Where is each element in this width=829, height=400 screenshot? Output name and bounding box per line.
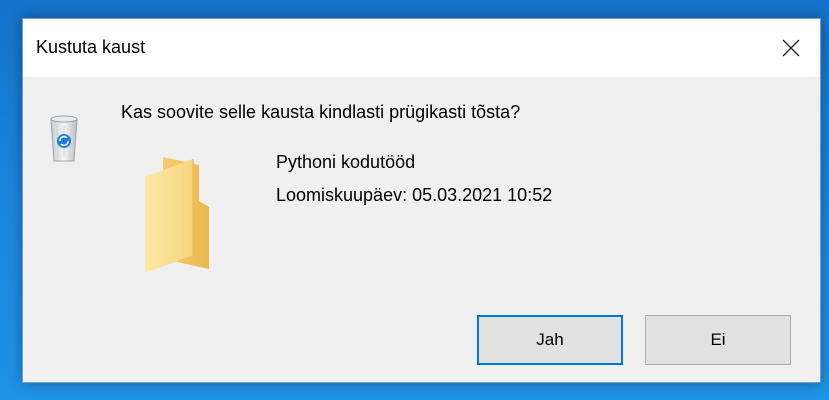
dialog-title: Kustuta kaust [36,37,146,57]
no-button[interactable]: Ei [645,315,791,365]
delete-folder-dialog: Kustuta kaust Kas soovite selle kausta k… [22,18,821,383]
folder-icon [145,157,209,273]
recycle-bin-icon [50,115,78,162]
yes-button[interactable]: Jah [477,315,623,365]
item-created-date: Loomiskuupäev: 05.03.2021 10:52 [276,185,553,205]
close-button[interactable] [762,19,820,77]
dialog-titlebar: Kustuta kaust [23,19,820,77]
item-name: Pythoni kodutööd [276,152,416,172]
confirmation-question: Kas soovite selle kausta kindlasti prügi… [121,102,521,122]
close-icon [782,39,800,57]
